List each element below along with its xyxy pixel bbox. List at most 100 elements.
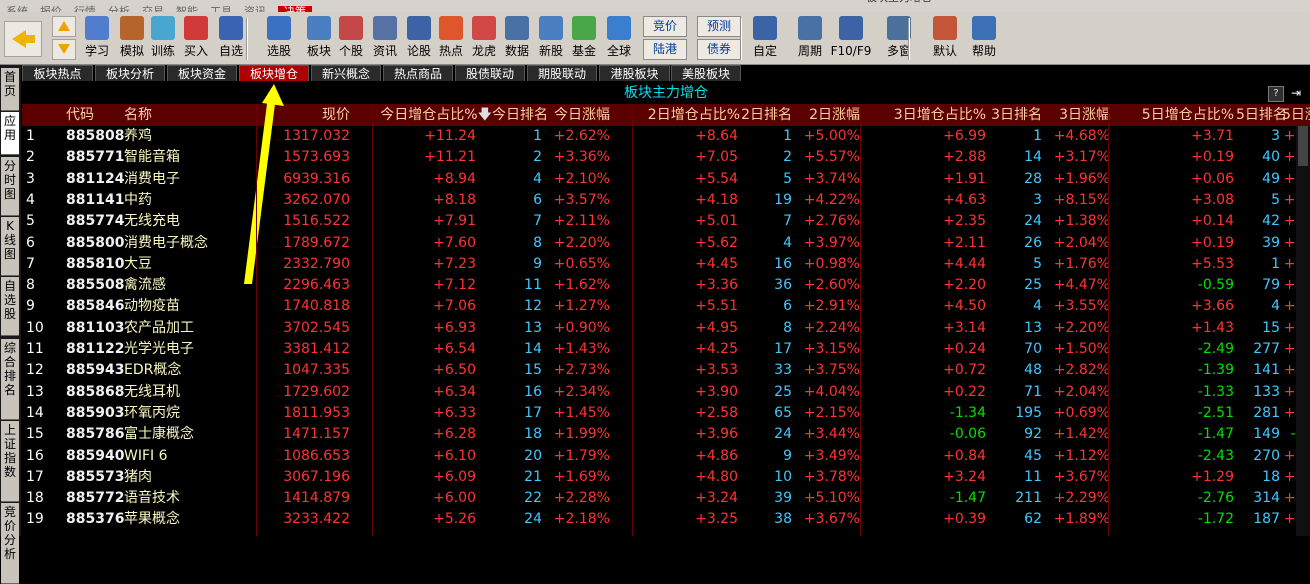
page-up-button[interactable] [52, 16, 76, 37]
cell-col-5: 7 [533, 213, 542, 230]
toolbar-button-20[interactable]: 默认 [930, 16, 960, 62]
table-row[interactable]: 11 881122 光学光电子 3381.412 +6.54 14 +1.43% +4.25 1… [22, 339, 1310, 360]
toolbar-button-7[interactable]: 个股 [336, 16, 366, 62]
sub-tab-4[interactable]: 新兴概念 [311, 65, 381, 81]
toolbar-button-3[interactable]: 买入 [181, 16, 211, 62]
table-row[interactable]: 17 885573 猪肉 3067.196 +6.09 21 +1.69% +4.80 10 +3… [22, 467, 1310, 488]
page-title-bar: 板块主力增仓 [22, 82, 1310, 104]
table-row[interactable]: 12 885943 EDR概念 1047.335 +6.50 15 +2.73% +3.53 3… [22, 360, 1310, 381]
column-header-13[interactable]: 5日排名 [1236, 104, 1287, 126]
sub-tab-7[interactable]: 期股联动 [527, 65, 597, 81]
toolbar-button-15[interactable]: 全球 [604, 16, 634, 62]
toolbar-button-8[interactable]: 资讯 [370, 16, 400, 62]
sub-tab-9[interactable]: 美股板块 [671, 65, 741, 81]
help-small-button[interactable]: ? [1268, 86, 1284, 102]
side-tab-6[interactable]: 上证指数 [1, 421, 19, 502]
cell-col-0: 15 [26, 426, 44, 443]
toolbar-button-2[interactable]: 训练 [148, 16, 178, 62]
sub-tab-6[interactable]: 股债联动 [455, 65, 525, 81]
window-title: 板块主力增仓 [866, 0, 932, 4]
table-row[interactable]: 10 881103 农产品加工 3702.545 +6.93 13 +0.90% +4.95 8… [22, 318, 1310, 339]
column-header-1[interactable]: 名称 [124, 104, 184, 126]
scroll-thumb[interactable] [1298, 126, 1308, 166]
cell-col-10: +0.72 [943, 362, 986, 379]
table-row[interactable]: 14 885903 环氧丙烷 1811.953 +6.33 17 +1.45% +2.58 65… [22, 403, 1310, 424]
side-tab-7[interactable]: 竞价分析 [1, 503, 19, 584]
sub-tab-3[interactable]: 板块增仓 [239, 65, 309, 81]
side-tab-2[interactable]: 分时图 [1, 157, 19, 216]
table-row[interactable]: 18 885772 语音技术 1414.879 +6.00 22 +2.28% +3.24 39… [22, 488, 1310, 509]
side-tab-4[interactable]: 自选股 [1, 277, 19, 336]
toolbar-button-11[interactable]: 龙虎 [469, 16, 499, 62]
column-header-11[interactable]: 3日涨幅 [1044, 104, 1110, 126]
cell-col-14: 281 [1253, 404, 1280, 421]
cell-col-12: +2.20% [1053, 319, 1110, 336]
cell-col-5: 17 [524, 404, 542, 421]
cell-col-12: +3.17% [1053, 149, 1110, 166]
toolbar-button-16[interactable]: 自定 [750, 16, 780, 62]
exit-panel-icon[interactable]: ⇥ [1288, 86, 1304, 100]
sub-tab-1[interactable]: 板块分析 [95, 65, 165, 81]
cell-col-7: +2.58 [695, 404, 738, 421]
sub-tab-5[interactable]: 热点商品 [383, 65, 453, 81]
sub-tab-0[interactable]: 板块热点 [22, 65, 93, 81]
side-tab-0[interactable]: 首页 [1, 68, 19, 111]
cell-col-0: 4 [26, 191, 35, 208]
scrollbar[interactable] [1296, 126, 1310, 536]
toolbar-button-21[interactable]: 帮助 [969, 16, 999, 62]
cell-col-1: 881124 [66, 170, 125, 187]
table-row[interactable]: 8 885508 禽流感 2296.463 +7.12 11 +1.62% +3.36 36 +2… [22, 275, 1310, 296]
column-header-0[interactable]: 代码 [66, 104, 128, 126]
table-row[interactable]: 1 885808 养鸡 1317.032 +11.24 1 +2.62% +8.64 1 +5.0… [22, 126, 1310, 147]
column-header-9[interactable]: 3日增仓占比% [862, 104, 986, 126]
toolbar-button-17[interactable]: 周期 [795, 16, 825, 62]
toolbar-button-18[interactable]: F10/F9 [831, 16, 871, 62]
toolbar-small-button-3[interactable]: 债券 [697, 39, 741, 60]
sub-tab-2[interactable]: 板块资金 [167, 65, 237, 81]
cell-col-8: 24 [774, 426, 792, 443]
page-down-button[interactable] [52, 39, 76, 60]
column-header-8[interactable]: 2日涨幅 [794, 104, 860, 126]
column-header-2[interactable]: 现价 [258, 104, 350, 126]
cell-col-9: +2.91% [803, 298, 860, 315]
side-tab-5[interactable]: 综合排名 [1, 339, 19, 420]
table-row[interactable]: 9 885846 动物疫苗 1740.818 +7.06 12 +1.27% +5.51 6 +2… [22, 296, 1310, 317]
toolbar-button-13[interactable]: 新股 [536, 16, 566, 62]
table-row[interactable]: 7 885810 大豆 2332.790 +7.23 9 +0.65% +4.45 16 +0.9… [22, 254, 1310, 275]
table-row[interactable]: 6 885800 消费电子概念 1789.672 +7.60 8 +2.20% +5.62 4 +… [22, 233, 1310, 254]
toolbar-button-5[interactable]: 选股 [264, 16, 294, 62]
column-header-5[interactable]: 今日涨幅 [544, 104, 610, 126]
toolbar-button-14[interactable]: 基金 [569, 16, 599, 62]
table-row[interactable]: 5 885774 无线充电 1516.522 +7.91 7 +2.11% +5.01 7 +2.… [22, 211, 1310, 232]
back-arrow-icon [12, 30, 26, 48]
toolbar-button-4[interactable]: 自选 [216, 16, 246, 62]
column-header-14[interactable]: 5日涨幅 [1282, 104, 1310, 126]
fund-icon [572, 16, 596, 40]
side-tab-3[interactable]: K线图 [1, 217, 19, 276]
toolbar-button-10[interactable]: 热点 [436, 16, 466, 62]
toolbar-button-0[interactable]: 学习 [82, 16, 112, 62]
table-row[interactable]: 13 885868 无线耳机 1729.602 +6.34 16 +2.34% +3.90 25… [22, 382, 1310, 403]
column-header-3[interactable]: 今日增仓占比%🡇 [352, 104, 492, 126]
column-header-12[interactable]: 5日增仓占比% [1112, 104, 1234, 126]
column-header-4[interactable]: 今日排名 [492, 104, 548, 126]
column-header-10[interactable]: 3日排名 [988, 104, 1042, 126]
cell-col-6: +0.90% [553, 319, 610, 336]
side-tab-1[interactable]: 应用 [1, 112, 19, 155]
cell-col-1: 885808 [66, 128, 125, 144]
cell-col-4: +6.34 [433, 383, 476, 400]
toolbar-small-button-1[interactable]: 预测 [697, 16, 741, 37]
table-row[interactable]: 19 885376 苹果概念 3233.422 +5.26 24 +2.18% +3.25 38… [22, 509, 1310, 530]
table-row[interactable]: 2 885771 智能音箱 1573.693 +11.21 2 +3.36% +7.05 2 +5… [22, 147, 1310, 168]
toolbar-button-12[interactable]: 数据 [502, 16, 532, 62]
table-row[interactable]: 15 885786 富士康概念 1471.157 +6.28 18 +1.99% +3.96 2… [22, 424, 1310, 445]
table-row[interactable]: 4 881141 中药 3262.070 +8.18 6 +3.57% +4.18 19 +4.2… [22, 190, 1310, 211]
back-button[interactable] [4, 21, 42, 57]
toolbar-small-button-0[interactable]: 竞价 [643, 16, 687, 37]
graduation-cap-icon [85, 16, 109, 40]
table-row[interactable]: 3 881124 消费电子 6939.316 +8.94 4 +2.10% +5.54 5 +3.… [22, 169, 1310, 190]
sub-tab-8[interactable]: 港股板块 [599, 65, 670, 81]
table-row[interactable]: 16 885940 WIFI 6 1086.653 +6.10 20 +1.79% +4.86… [22, 446, 1310, 467]
column-header-7[interactable]: 2日排名 [740, 104, 792, 126]
toolbar-small-button-2[interactable]: 陆港 [643, 39, 687, 60]
